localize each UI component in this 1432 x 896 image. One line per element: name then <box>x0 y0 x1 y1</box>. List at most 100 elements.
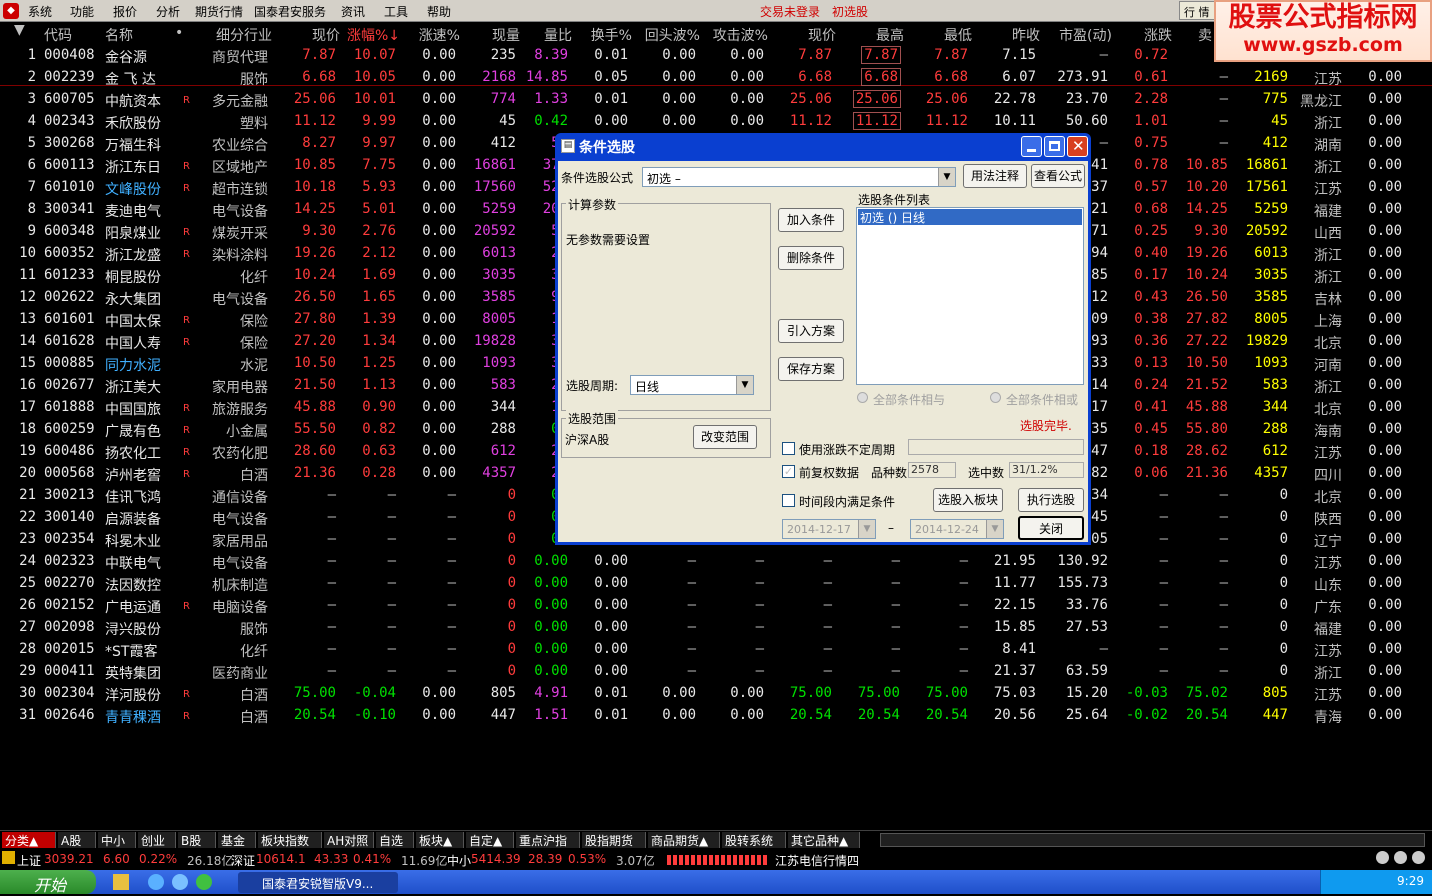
trade-login-status[interactable]: 交易未登录 <box>760 3 820 20</box>
table-row[interactable]: 25 002270 法因数控 机床制造 – – – 0 0.00 0.00 – – – – – 11.77 15… <box>0 572 1432 594</box>
cell-name: 中国国旅 <box>105 402 161 418</box>
condition-list-item[interactable]: 初选 () 日线 <box>858 209 1082 225</box>
condition-list[interactable]: 初选 () 日线 <box>856 207 1084 385</box>
tab-category[interactable]: 商品期货▲ <box>648 832 720 848</box>
cell-ud: – <box>1159 663 1168 679</box>
app-quick-icon[interactable] <box>196 874 212 890</box>
cell-reg: 山西 <box>1314 226 1342 242</box>
cell-to: 0.01 <box>594 707 628 723</box>
menu-function[interactable]: 功能 <box>70 3 94 20</box>
menu-system[interactable]: 系统 <box>28 3 52 20</box>
horizontal-scrollbar[interactable] <box>880 833 1425 847</box>
usage-notes-button[interactable]: 用法注释 <box>963 164 1027 188</box>
taskbar-app-button[interactable]: 国泰君安锐智版V9... <box>238 872 398 893</box>
cell-price: – <box>327 531 336 547</box>
tab-category[interactable]: 自选 <box>376 832 414 848</box>
close-button[interactable]: 关闭 <box>1018 516 1084 540</box>
period-select[interactable]: 日线 ▼ <box>630 375 754 395</box>
tab-category[interactable]: AH对照 <box>324 832 374 848</box>
period-field[interactable] <box>908 439 1084 455</box>
forward-adjust-checkbox[interactable]: ✓ <box>782 465 795 478</box>
quicklaunch-icon[interactable] <box>113 874 129 890</box>
tab-category[interactable]: 基金 <box>218 832 256 848</box>
cell-price: – <box>327 553 336 569</box>
to-block-button[interactable]: 选股入板块 <box>933 488 1003 512</box>
sort-arrow-icon[interactable]: ▼ <box>14 22 25 44</box>
menu-futures[interactable]: 期货行情 <box>195 3 243 20</box>
minimize-icon[interactable] <box>1021 136 1042 157</box>
zx-change: 28.39 <box>528 852 563 866</box>
cell-to: 0.01 <box>594 47 628 63</box>
menu-help[interactable]: 帮助 <box>427 3 451 20</box>
formula-select[interactable]: 初选 – ▼ <box>642 167 956 187</box>
cell-hi: – <box>891 575 900 591</box>
date-to-select[interactable]: 2014-12-24 ▼ <box>910 519 1004 539</box>
cell-reg: 广东 <box>1314 600 1342 616</box>
cell-code: 600705 <box>44 91 95 107</box>
tab-category[interactable]: B股 <box>178 832 216 848</box>
add-condition-button[interactable]: 加入条件 <box>778 208 844 232</box>
table-row[interactable]: 29 000411 英特集团 医药商业 – – – 0 0.00 0.00 – – – – – 21.37 63… <box>0 660 1432 682</box>
zx-label[interactable]: 中小 <box>447 852 471 869</box>
menu-analysis[interactable]: 分析 <box>156 3 180 20</box>
table-row[interactable]: 2 002239 金 飞 达 服饰 6.68 10.05 0.00 2168 14.85 0.05… <box>0 66 1432 88</box>
sz-label[interactable]: 深证 <box>231 852 255 869</box>
cell-vol: 5259 <box>482 201 516 217</box>
table-row[interactable]: 24 002323 中联电气 电气设备 – – – 0 0.00 0.00 – – – – – 21.95 13… <box>0 550 1432 572</box>
cell-ind: 白酒 <box>240 710 268 726</box>
radio-or[interactable] <box>990 392 1001 403</box>
cell-name: 麦迪电气 <box>105 204 161 220</box>
ie-icon[interactable] <box>148 874 164 890</box>
time-range-checkbox[interactable] <box>782 494 795 507</box>
close-icon[interactable]: ✕ <box>1067 136 1088 157</box>
tab-category[interactable]: 其它品种▲ <box>788 832 860 848</box>
tab-category[interactable]: 分类▲ <box>2 832 56 848</box>
tab-category[interactable]: A股 <box>58 832 96 848</box>
start-button[interactable]: 开始 <box>0 870 96 895</box>
menu-service[interactable]: 国泰君安服务 <box>254 3 326 20</box>
cell-price: 20.54 <box>293 707 336 723</box>
table-row[interactable]: 28 002015 *ST霞客 化纤 – – – 0 0.00 0.00 – – – – – 8.41 – – – 0… <box>0 638 1432 660</box>
cell-sell: – <box>1219 113 1228 129</box>
radio-and[interactable] <box>857 392 868 403</box>
table-row[interactable]: 30 002304 洋河股份 R 白酒 75.00 -0.04 0.00 805 4.91 0.01… <box>0 682 1432 704</box>
server-name[interactable]: 江苏电信行情四 <box>775 852 859 869</box>
tab-category[interactable]: 板块▲ <box>416 832 464 848</box>
table-row[interactable]: 31 002646 青青稞酒 R 白酒 20.54 -0.10 0.00 447 1.51 0.01… <box>0 704 1432 726</box>
import-scheme-button[interactable]: 引入方案 <box>778 319 844 343</box>
rzrq-badge: R <box>183 403 190 414</box>
menu-tools[interactable]: 工具 <box>384 3 408 20</box>
tab-category[interactable]: 中小 <box>98 832 136 848</box>
cell-pe: 273.91 <box>1057 69 1108 85</box>
status-icon[interactable] <box>1394 851 1407 864</box>
browser-icon[interactable] <box>172 874 188 890</box>
delete-condition-button[interactable]: 删除条件 <box>778 246 844 270</box>
status-icon[interactable] <box>1412 851 1425 864</box>
tab-category[interactable]: 创业 <box>138 832 176 848</box>
use-variable-period-checkbox[interactable] <box>782 442 795 455</box>
maximize-icon[interactable] <box>1044 136 1065 157</box>
table-row[interactable]: 27 002098 浔兴股份 服饰 – – – 0 0.00 0.00 – – – – – 15.85 27.5… <box>0 616 1432 638</box>
tab-category[interactable]: 自定▲ <box>466 832 514 848</box>
cell-hi: 11.12 <box>852 112 902 130</box>
cell-name: 阳泉煤业 <box>105 226 161 242</box>
tab-category[interactable]: 股指期货 <box>582 832 646 848</box>
cell-to: 0.05 <box>594 69 628 85</box>
tab-category[interactable]: 板块指数 <box>258 832 322 848</box>
menu-news[interactable]: 资讯 <box>341 3 365 20</box>
cell-vol: 344 <box>490 399 516 415</box>
execute-select-button[interactable]: 执行选股 <box>1018 488 1084 512</box>
date-from-select[interactable]: 2014-12-17 ▼ <box>782 519 876 539</box>
table-row[interactable]: 3 600705 中航资本 R 多元金融 25.06 10.01 0.00 774 1.33 0.0… <box>0 88 1432 110</box>
tab-category[interactable]: 股转系统 <box>722 832 786 848</box>
save-scheme-button[interactable]: 保存方案 <box>778 357 844 381</box>
change-scope-button[interactable]: 改变范围 <box>693 425 757 449</box>
cell-price: 26.50 <box>293 289 336 305</box>
view-formula-button[interactable]: 查看公式 <box>1031 164 1085 188</box>
table-row[interactable]: 4 002343 禾欣股份 塑料 11.12 9.99 0.00 45 0.42 0.00 0.00… <box>0 110 1432 132</box>
table-row[interactable]: 26 002152 广电运通 R 电脑设备 – – – 0 0.00 0.00 – – – – – 22.15 3… <box>0 594 1432 616</box>
menu-quote[interactable]: 报价 <box>113 3 137 20</box>
tab-category[interactable]: 重点沪指 <box>516 832 580 848</box>
status-icon[interactable] <box>1376 851 1389 864</box>
sh-label[interactable]: 上证 <box>17 852 41 869</box>
